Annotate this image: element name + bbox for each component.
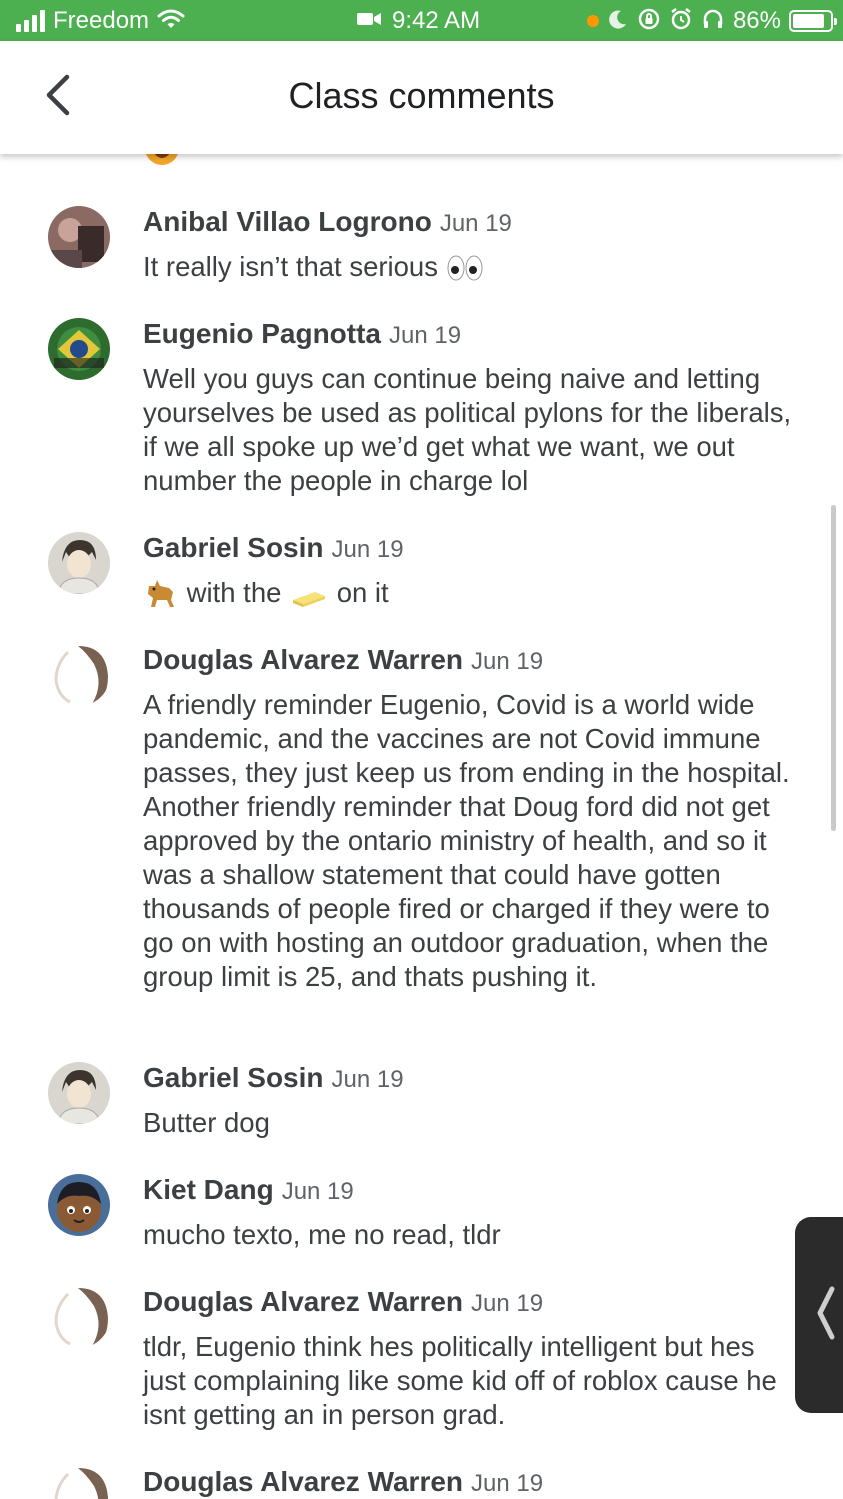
author-name: Gabriel Sosin <box>143 1062 324 1093</box>
comment-header: Eugenio Pagnotta Jun 19 <box>143 318 461 350</box>
comment-text: It really isn’t that serious <box>143 250 803 290</box>
author-name: Douglas Alvarez Warren <box>143 644 464 675</box>
page-title: Class comments <box>288 75 555 116</box>
comment-header: Douglas Alvarez Warren Jun 19 <box>143 1466 543 1498</box>
comment-item: Gabriel Sosin Jun 19 with the on it <box>0 532 843 622</box>
author-name: Douglas Alvarez Warren <box>143 1466 464 1497</box>
author-name: Kiet Dang <box>143 1174 274 1205</box>
comment-feed[interactable]: Anibal Villao Logrono Jun 19 It really is… <box>0 154 843 1499</box>
avatar[interactable] <box>48 318 110 380</box>
rotation-lock-icon <box>637 7 661 36</box>
comment-date: Jun 19 <box>439 210 512 237</box>
edge-panel-handle[interactable] <box>795 1217 843 1413</box>
author-name: Douglas Alvarez Warren <box>143 1286 464 1317</box>
chevron-left-icon[interactable] <box>814 1285 836 1346</box>
status-time: 9:42 AM <box>392 7 481 34</box>
comment-item: Anibal Villao Logrono Jun 19 It really is… <box>0 206 843 296</box>
comment-text: tldr, Eugenio think hes politically inte… <box>143 1331 777 1430</box>
signal-icon <box>16 10 45 32</box>
eyes-emoji-icon <box>446 254 484 290</box>
comment-date: Jun 19 <box>281 1178 354 1205</box>
comment-header: Douglas Alvarez Warren Jun 19 <box>143 1286 543 1318</box>
battery-icon <box>789 10 837 32</box>
dog-emoji-icon <box>143 576 179 616</box>
comment-header: Kiet Dang Jun 19 <box>143 1174 354 1206</box>
comment-date: Jun 19 <box>471 648 544 675</box>
comment-date: Jun 19 <box>471 1470 544 1497</box>
comment-text-content: It really isn’t that serious <box>143 251 438 282</box>
app-bar: Class comments <box>0 41 843 154</box>
avatar[interactable] <box>48 532 110 594</box>
comment-header: Gabriel Sosin Jun 19 <box>143 1062 404 1094</box>
comment-header: Douglas Alvarez Warren Jun 19 <box>143 644 543 676</box>
comment-text: Well you guys can continue being naive a… <box>143 363 792 496</box>
comment-text-part: on it <box>336 577 389 608</box>
avatar[interactable] <box>48 1174 110 1236</box>
status-right: 86% <box>586 5 837 37</box>
comment-text: mucho texto, me no read, tldr <box>143 1219 501 1250</box>
avatar[interactable] <box>48 1062 110 1124</box>
butter-emoji-icon <box>289 582 329 616</box>
battery-percent: 86% <box>732 7 781 34</box>
avatar[interactable] <box>48 1466 110 1499</box>
comment-item: Douglas Alvarez Warren Jun 19 A friendly … <box>0 644 843 1044</box>
heart-eyes-emoji-icon <box>144 154 180 172</box>
headphones-icon <box>701 7 725 36</box>
status-left: Freedom <box>16 5 185 37</box>
comment-date: Jun 19 <box>389 322 462 349</box>
comment-text-part: with the <box>186 577 282 608</box>
comment-item: Eugenio Pagnotta Jun 19 Well you guys can… <box>0 318 843 508</box>
avatar[interactable] <box>48 206 110 268</box>
comment-date: Jun 19 <box>331 536 404 563</box>
author-name: Eugenio Pagnotta <box>143 318 381 349</box>
scrollbar[interactable] <box>831 505 836 831</box>
comment-item: Gabriel Sosin Jun 19 Butter dog <box>0 1062 843 1152</box>
comment-header: Gabriel Sosin Jun 19 <box>143 532 404 564</box>
recording-dot-icon <box>586 15 599 27</box>
alarm-icon <box>669 7 693 36</box>
comment-text: Butter dog <box>143 1107 270 1138</box>
wifi-icon <box>157 8 185 35</box>
video-camera-icon <box>356 10 382 33</box>
status-bar: Freedom 9:42 AM 86% <box>0 0 843 41</box>
avatar[interactable] <box>48 1286 110 1348</box>
comment-header: Anibal Villao Logrono Jun 19 <box>143 206 512 238</box>
comment-text: with the on it <box>143 576 803 616</box>
moon-icon <box>607 8 629 35</box>
avatar[interactable] <box>48 644 110 706</box>
author-name: Anibal Villao Logrono <box>143 206 432 237</box>
comment-text: A friendly reminder Eugenio, Covid is a … <box>143 689 790 992</box>
carrier-name: Freedom <box>53 7 150 34</box>
comment-item: Kiet Dang Jun 19 mucho texto, me no read,… <box>0 1174 843 1264</box>
comment-item: Douglas Alvarez Warren Jun 19 <box>0 1466 843 1499</box>
author-name: Gabriel Sosin <box>143 532 324 563</box>
comment-date: Jun 19 <box>471 1290 544 1317</box>
comment-item: Douglas Alvarez Warren Jun 19 tldr, Eugen… <box>0 1286 843 1446</box>
comment-date: Jun 19 <box>331 1066 404 1093</box>
status-center: 9:42 AM <box>356 5 480 37</box>
